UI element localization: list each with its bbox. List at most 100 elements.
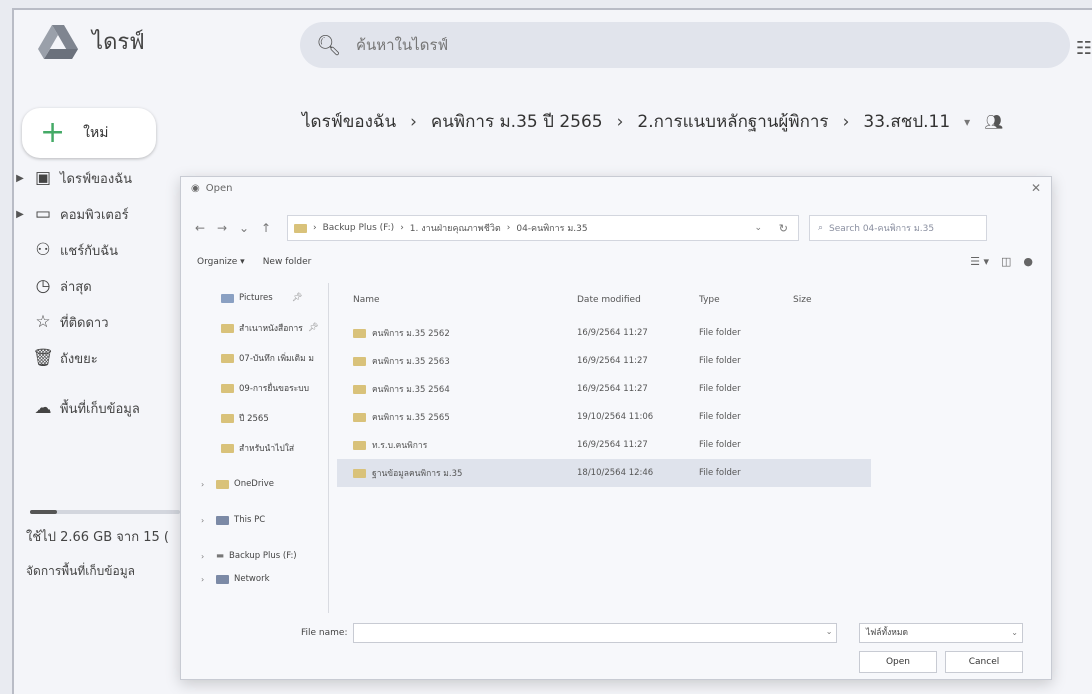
column-header-type[interactable]: Type xyxy=(699,295,793,319)
close-icon[interactable]: ✕ xyxy=(1031,181,1041,195)
pin-icon: 📌︎ xyxy=(307,323,319,333)
preview-pane-icon[interactable]: ◫ xyxy=(1001,255,1011,268)
search-icon[interactable]: 🔍︎ xyxy=(316,33,346,57)
drive-search-bar[interactable]: 🔍︎ xyxy=(300,22,1070,68)
folder-icon xyxy=(353,384,366,394)
file-type-select[interactable]: ไฟล์ทั้งหมด ⌄ xyxy=(859,623,1023,643)
shared-people-icon[interactable]: 👥︎ xyxy=(984,113,1003,131)
pin-icon: 📌︎ xyxy=(291,293,303,303)
nav-item-label: Backup Plus (F:) xyxy=(229,551,297,561)
dialog-search-box[interactable]: ⌕ Search 04-คนพิการ ม.35 xyxy=(809,215,987,241)
column-header-size[interactable]: Size xyxy=(793,295,853,319)
sidebar-item-trash[interactable]: 🗑︎ ถังขยะ xyxy=(14,340,184,376)
sidebar-item-starred[interactable]: ☆ ที่ติดดาว xyxy=(14,304,184,340)
nav-item[interactable]: Pictures 📌︎ xyxy=(201,283,328,313)
chrome-icon: ◉ xyxy=(191,183,200,194)
browser-window: ไดรฟ์ 🔍︎ ☷ + ใหม่ ไดรฟ์ของฉัน › คนพิการ … xyxy=(12,8,1092,694)
network-icon xyxy=(216,574,229,584)
file-type: File folder xyxy=(699,328,741,338)
breadcrumb-item[interactable]: ไดรฟ์ของฉัน xyxy=(302,108,396,135)
nav-item[interactable]: สำเนาหนังสือการ 📌︎ xyxy=(201,313,328,343)
expand-caret-icon[interactable]: ▶ xyxy=(14,209,26,220)
file-row-selected[interactable]: ฐานข้อมูลคนพิการ ม.35 18/10/2564 12:46 F… xyxy=(337,459,871,487)
dialog-toolbar: Organize ▾ New folder ☰ ▾ ◫ ● xyxy=(197,255,1037,268)
sidebar-item-shared[interactable]: ⚇ แชร์กับฉัน xyxy=(14,232,184,268)
file-row[interactable]: คนพิการ ม.35 2565 19/10/2564 11:06 File … xyxy=(337,403,1037,431)
forward-arrow-icon[interactable]: → xyxy=(211,221,233,235)
nav-item[interactable]: 07-บันทึก เพิ่มเติม ม xyxy=(201,343,328,373)
file-row[interactable]: ท.ร.บ.คนพิการ 16/9/2564 11:27 File folde… xyxy=(337,431,1037,459)
path-segment[interactable]: 04-คนพิการ ม.35 xyxy=(516,221,587,235)
nav-item-onedrive[interactable]: › OneDrive xyxy=(201,469,328,499)
chevron-right-icon[interactable]: › xyxy=(201,516,211,525)
folder-icon xyxy=(221,383,234,393)
breadcrumb-current[interactable]: 33.สชป.11 xyxy=(863,108,950,135)
file-date: 16/9/2564 11:27 xyxy=(577,356,648,366)
sidebar-item-label: ถังขยะ xyxy=(60,351,98,367)
column-header-date[interactable]: Date modified xyxy=(577,295,699,319)
app-title: ไดรฟ์ xyxy=(92,30,145,55)
view-options-icon[interactable]: ☰ ▾ xyxy=(970,255,989,268)
path-segment[interactable]: Backup Plus (F:) xyxy=(323,223,395,233)
organize-menu[interactable]: Organize ▾ xyxy=(197,257,245,267)
chevron-right-icon[interactable]: › xyxy=(201,552,211,561)
open-button[interactable]: Open xyxy=(859,651,937,673)
file-name: คนพิการ ม.35 2565 xyxy=(372,413,450,423)
folder-icon xyxy=(353,440,366,450)
refresh-icon[interactable]: ↻ xyxy=(779,222,788,235)
file-name: คนพิการ ม.35 2562 xyxy=(372,329,450,339)
file-name: ท.ร.บ.คนพิการ xyxy=(372,441,428,451)
sidebar-item-recent[interactable]: ◷ ล่าสุด xyxy=(14,268,184,304)
nav-item[interactable]: 09-การยื่นขอระบบ xyxy=(201,373,328,403)
help-icon[interactable]: ● xyxy=(1023,255,1033,268)
sidebar-item-computers[interactable]: ▶ ▭ คอมพิวเตอร์ xyxy=(14,196,184,232)
folder-icon xyxy=(353,412,366,422)
new-button[interactable]: + ใหม่ xyxy=(22,108,156,158)
address-bar[interactable]: › Backup Plus (F:) › 1. งานฝ่ายคุณภาพชีว… xyxy=(287,215,799,241)
chevron-down-icon[interactable]: ⌄ xyxy=(754,223,762,233)
nav-item-label: สำหรับนำไปใส่ xyxy=(239,444,295,454)
chevron-down-icon[interactable]: ⌄ xyxy=(826,627,833,636)
folder-icon xyxy=(353,356,366,366)
file-row[interactable]: คนพิการ ม.35 2562 16/9/2564 11:27 File f… xyxy=(337,319,1037,347)
filename-input[interactable]: ⌄ xyxy=(353,623,838,643)
nav-item-network[interactable]: › Network xyxy=(201,571,328,587)
sidebar-item-storage[interactable]: ☁ พื้นที่เก็บข้อมูล xyxy=(14,390,184,426)
recent-locations-chevron-icon[interactable]: ⌄ xyxy=(233,221,255,235)
sidebar-item-label: แชร์กับฉัน xyxy=(60,243,119,259)
nav-item-this-pc[interactable]: › This PC xyxy=(201,505,328,535)
breadcrumb-item[interactable]: 2.การแนบหลักฐานผู้พิการ xyxy=(637,108,828,135)
chevron-right-icon[interactable]: › xyxy=(201,480,211,489)
nav-item[interactable]: ปี 2565 xyxy=(201,403,328,433)
column-header-name[interactable]: Name xyxy=(337,295,577,319)
dialog-nav-row: ← → ⌄ ↑ › Backup Plus (F:) › 1. งานฝ่ายค… xyxy=(189,213,1045,243)
dialog-navigation-pane: Pictures 📌︎ สำเนาหนังสือการ 📌︎ 07-บันทึก… xyxy=(201,283,329,613)
cancel-button[interactable]: Cancel xyxy=(945,651,1023,673)
breadcrumb-item[interactable]: คนพิการ ม.35 ปี 2565 xyxy=(431,108,603,135)
file-row[interactable]: คนพิการ ม.35 2564 16/9/2564 11:27 File f… xyxy=(337,375,1037,403)
nav-item-backup-drive[interactable]: › ▬ Backup Plus (F:) xyxy=(201,541,328,571)
folder-icon xyxy=(221,353,234,363)
nav-item[interactable]: สำหรับนำไปใส่ xyxy=(201,433,328,463)
drive-logo[interactable]: ไดรฟ์ xyxy=(38,24,145,59)
file-row[interactable]: คนพิการ ม.35 2563 16/9/2564 11:27 File f… xyxy=(337,347,1037,375)
file-name: คนพิการ ม.35 2564 xyxy=(372,385,450,395)
file-list: Name Date modified Type Size คนพิการ ม.3… xyxy=(337,295,1037,487)
shared-icon: ⚇ xyxy=(35,240,51,260)
nav-item-label: This PC xyxy=(234,515,266,525)
path-segment[interactable]: 1. งานฝ่ายคุณภาพชีวิต xyxy=(410,221,501,235)
chevron-right-icon[interactable]: › xyxy=(201,575,211,584)
search-options-icon[interactable]: ☷ xyxy=(1076,38,1092,59)
sidebar-item-my-drive[interactable]: ▶ ▣ ไดรฟ์ของฉัน xyxy=(14,160,184,196)
expand-caret-icon[interactable]: ▶ xyxy=(14,173,26,184)
new-folder-button[interactable]: New folder xyxy=(263,257,312,267)
breadcrumb-separator-icon: › xyxy=(842,111,850,132)
folder-icon xyxy=(216,479,229,489)
manage-storage-link[interactable]: จัดการพื้นที่เก็บข้อมูล xyxy=(26,562,135,581)
chevron-down-icon[interactable]: ▾ xyxy=(964,115,970,129)
back-arrow-icon[interactable]: ← xyxy=(189,221,211,235)
up-arrow-icon[interactable]: ↑ xyxy=(255,221,277,235)
search-input[interactable] xyxy=(356,36,956,54)
file-date: 18/10/2564 12:46 xyxy=(577,468,654,478)
dialog-title-bar: ◉ Open xyxy=(191,183,232,194)
